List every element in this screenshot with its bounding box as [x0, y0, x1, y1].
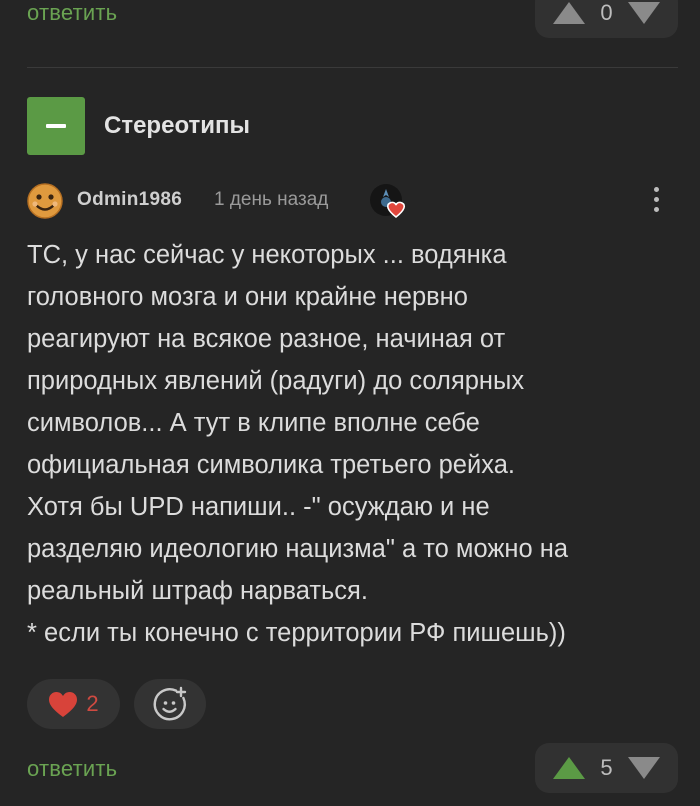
add-reaction-button[interactable]	[134, 679, 206, 729]
previous-reply-link[interactable]: ответить	[27, 0, 117, 26]
arrow-up-icon[interactable]	[553, 2, 585, 24]
arrow-down-icon[interactable]	[628, 2, 660, 24]
arrow-up-icon[interactable]	[553, 757, 585, 779]
comment-timestamp: 1 день назад	[214, 189, 329, 210]
avatar-smiley	[27, 183, 63, 219]
minus-icon	[46, 124, 66, 128]
comment-line: реальный штраф нарваться.	[27, 577, 368, 605]
vote-count: 0	[600, 0, 613, 25]
more-vertical-icon[interactable]	[651, 187, 661, 212]
comment-line: Хотя бы UPD напиши.. -" осуждаю и не	[27, 493, 490, 521]
collapse-thread-button[interactable]	[27, 97, 85, 155]
heart-count: 2	[86, 691, 99, 716]
heart-reaction-button[interactable]: 2	[27, 679, 120, 729]
heart-badge-icon	[369, 183, 407, 221]
divider	[27, 67, 678, 68]
previous-vote-control: 0	[535, 0, 678, 38]
comment-line: символов... А тут в клипе вполне себе	[27, 409, 480, 437]
comment-line: официальная символика третьего рейха.	[27, 451, 515, 479]
comment-line: головного мозга и они крайне нервно	[27, 283, 468, 311]
vote-count: 5	[600, 755, 613, 780]
arrow-down-icon[interactable]	[628, 757, 660, 779]
vote-control: 5	[535, 743, 678, 793]
comment-line: * если ты конечно с территории РФ пишешь…	[27, 619, 566, 647]
thread-title: Стереотипы	[104, 112, 251, 139]
comment-author[interactable]: Odmin1986	[77, 189, 182, 211]
comment-line: ТС, у нас сейчас у некоторых ... водянка	[27, 241, 507, 269]
reply-link[interactable]: ответить	[27, 756, 117, 782]
comment-body: ТС, у нас сейчас у некоторых ... водянка…	[27, 234, 687, 654]
add-reaction-icon	[153, 686, 187, 721]
heart-icon	[49, 691, 78, 717]
avatar[interactable]	[27, 183, 63, 219]
comment-line: реагируют на всякое разное, начиная от	[27, 325, 506, 353]
comment-line: природных явлений (радуги) до солярных	[27, 367, 525, 395]
comment-line: разделяю идеологию нацизма" а то можно н…	[27, 535, 569, 563]
